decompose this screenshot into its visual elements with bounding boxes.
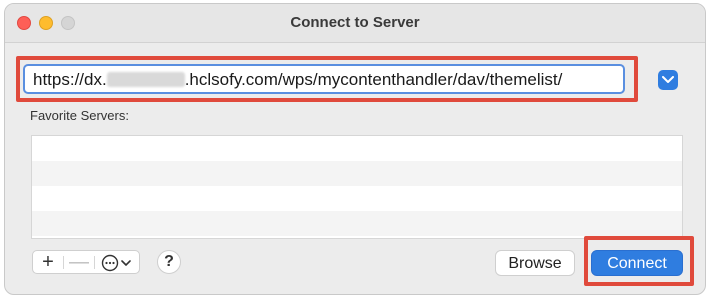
window-title: Connect to Server [290,14,420,31]
more-options-button[interactable] [95,251,139,273]
toolbar-divider [63,256,64,269]
server-address-suffix: .hclsofy.com/wps/mycontenthandler/dav/th… [184,70,563,89]
list-item[interactable] [32,211,682,236]
favorites-toolbar: + — [32,250,140,274]
favorite-servers-label: Favorite Servers: [30,108,129,123]
ellipsis-circle-icon [101,254,131,272]
redacted-text-blur [106,72,185,87]
help-button[interactable]: ? [157,250,181,274]
server-address-value: https://dx. .hclsofy.com/wps/mycontenthan… [33,70,562,90]
server-address-prefix: https://dx. [33,70,107,89]
recent-servers-dropdown-button[interactable] [658,70,678,90]
browse-button[interactable]: Browse [495,250,575,276]
list-item[interactable] [32,186,682,211]
remove-favorite-button[interactable]: — [65,251,93,273]
chevron-down-icon [662,76,674,83]
list-item[interactable] [32,136,682,161]
favorite-servers-list[interactable] [31,135,683,239]
add-favorite-button[interactable]: + [33,251,63,273]
title-bar: Connect to Server [5,4,705,43]
connect-button[interactable]: Connect [591,250,683,276]
server-address-input[interactable]: https://dx. .hclsofy.com/wps/mycontenthan… [23,64,625,94]
list-item[interactable] [32,161,682,186]
